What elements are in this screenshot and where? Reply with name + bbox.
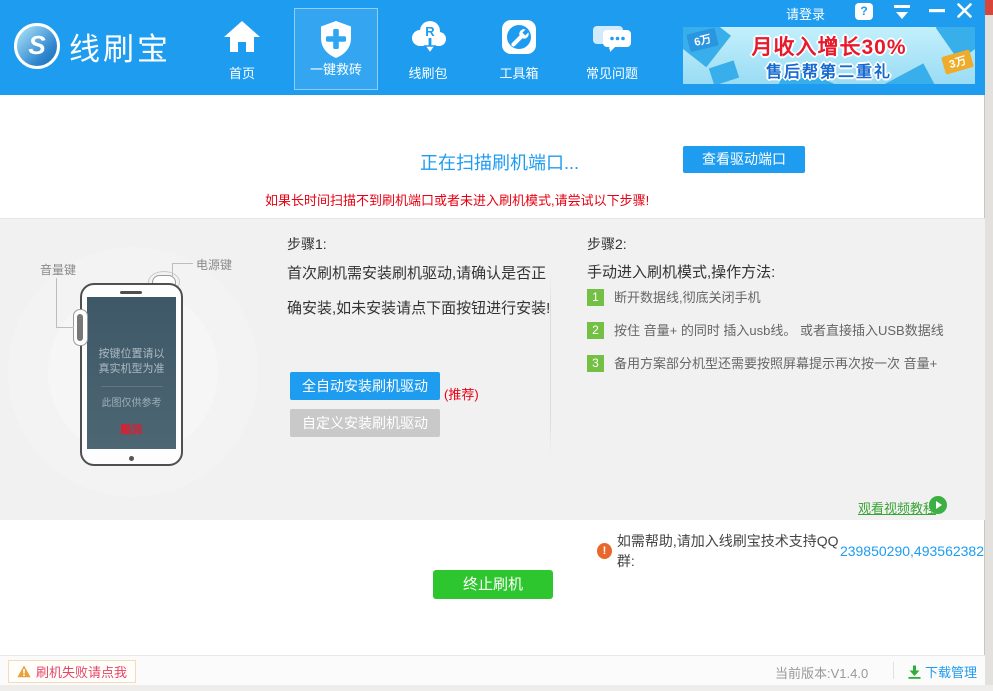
step-text: 按住 音量+ 的同时 插入usb线。 或者直接插入USB数据线 — [614, 322, 944, 339]
screen-brand: 酷派 — [87, 421, 176, 437]
step-text: 备用方案部分机型还需要按照屏幕提示再次按一次 音量+ — [614, 355, 937, 372]
app-logo: S 线刷宝 — [14, 23, 171, 69]
volume-connector-line — [56, 278, 57, 328]
flash-failed-label: 刷机失败请点我 — [36, 662, 127, 681]
screen-note: 此图仅供参考 — [87, 394, 176, 409]
volume-button-inner — [77, 314, 83, 341]
toolbox-icon — [498, 16, 540, 58]
custom-install-driver-button[interactable]: 自定义安装刷机驱动 — [290, 409, 440, 437]
phone-screen: 按键位置请以 真实机型为准 此图仅供参考 酷派 — [87, 297, 176, 449]
screen-divider — [101, 386, 163, 387]
faq-icon — [591, 16, 633, 58]
nav-home[interactable]: 首页 — [200, 0, 284, 95]
view-driver-ports-button[interactable]: 查看驱动端口 — [683, 146, 805, 173]
scan-status-text: 正在扫描刷机端口... — [420, 149, 579, 175]
power-key-label: 电源键 — [196, 256, 232, 273]
phone-home-button — [129, 456, 134, 461]
stop-flashing-button[interactable]: 终止刷机 — [433, 570, 553, 599]
shield-plus-icon — [315, 18, 357, 60]
help-icon[interactable]: ? — [855, 3, 873, 20]
volume-key-label: 音量键 — [40, 261, 76, 278]
step-number-badge: 3 — [587, 355, 604, 372]
exclamation-icon: ! — [597, 543, 612, 559]
download-manager-label: 下载管理 — [925, 662, 977, 681]
footer-divider — [893, 662, 894, 679]
version-label: 当前版本:V1.4.0 — [775, 663, 868, 682]
background-window-strip — [985, 0, 993, 691]
volume-connector-line — [56, 327, 74, 328]
download-manager-link[interactable]: 下载管理 — [908, 662, 977, 681]
scan-warning-text: 如果长时间扫描不到刷机端口或者未进入刷机模式,请尝试以下步骤! — [265, 190, 649, 209]
svg-text:R: R — [425, 24, 435, 39]
nav-one-key-rescue[interactable]: 一键救砖 — [294, 8, 378, 90]
login-link[interactable]: 请登录 — [786, 4, 825, 23]
auto-install-driver-button[interactable]: 全自动安装刷机驱动 — [290, 372, 440, 400]
background-window-close-sliver — [985, 0, 993, 15]
step-text: 断开数据线,彻底关闭手机 — [614, 289, 761, 306]
footer-bar: 刷机失败请点我 当前版本:V1.4.0 下载管理 — [0, 655, 985, 685]
skin-menu-icon[interactable] — [893, 4, 911, 21]
step2-title: 步骤2: — [587, 234, 627, 254]
banner-headline: 月收入增长30% — [683, 31, 975, 61]
column-divider — [550, 275, 551, 455]
cloud-download-icon: R — [407, 16, 449, 58]
power-connector-line — [172, 263, 173, 276]
step1-desc-line1: 首次刷机需安装刷机驱动,请确认是否正 — [287, 262, 546, 283]
watch-video-tutorial-link[interactable]: 观看视频教程 — [858, 498, 936, 517]
home-icon — [221, 16, 263, 58]
play-video-icon[interactable] — [929, 496, 947, 514]
step1-title: 步骤1: — [287, 234, 327, 254]
warning-triangle-icon — [17, 665, 31, 678]
step2-item-1: 1 断开数据线,彻底关闭手机 — [587, 289, 967, 306]
step-number-badge: 1 — [587, 289, 604, 306]
nav-faq[interactable]: 常见问题 — [570, 0, 654, 95]
app-title: 线刷宝 — [69, 24, 171, 69]
step-number-badge: 2 — [587, 322, 604, 339]
help-line: ! 如需帮助,请加入线刷宝技术支持QQ群: 239850290,49356238… — [597, 531, 984, 571]
banner-subline: 售后帮第二重礼 — [683, 58, 975, 82]
background-window-bottom-strip — [0, 685, 993, 691]
promo-banner[interactable]: 6万 月收入增长30% 售后帮第二重礼 3万 — [683, 27, 975, 84]
logo-icon: S — [14, 23, 60, 69]
step2-item-2: 2 按住 音量+ 的同时 插入usb线。 或者直接插入USB数据线 — [587, 322, 967, 339]
phone-speaker — [120, 291, 142, 294]
help-text: 如需帮助,请加入线刷宝技术支持QQ群: — [617, 531, 840, 571]
step1-desc-line2: 确安装,如未安装请点下面按钮进行安装! — [287, 297, 550, 318]
step2-item-3: 3 备用方案部分机型还需要按照屏幕提示再次按一次 音量+ — [587, 355, 967, 372]
minimize-icon[interactable] — [929, 9, 945, 13]
logo-monogram: S — [28, 30, 45, 61]
header: S 线刷宝 首页 一键救砖 — [0, 0, 985, 95]
screen-text-line1: 按键位置请以 — [87, 347, 176, 362]
main-window: S 线刷宝 首页 一键救砖 — [0, 0, 985, 685]
qq-group-numbers[interactable]: 239850290,493562382 — [840, 543, 984, 559]
recommend-tag: (推荐) — [444, 384, 479, 403]
screen-text-line2: 真实机型为准 — [87, 362, 176, 377]
close-icon[interactable] — [957, 3, 972, 18]
nav-toolbox[interactable]: 工具箱 — [477, 0, 561, 95]
download-icon — [908, 665, 921, 679]
flash-failed-link[interactable]: 刷机失败请点我 — [8, 660, 136, 683]
power-connector-line — [172, 263, 193, 264]
nav-rom-packages[interactable]: R 线刷包 — [386, 0, 470, 95]
app-window: S 线刷宝 首页 一键救砖 — [0, 0, 993, 691]
step2-subtitle: 手动进入刷机模式,操作方法: — [587, 261, 775, 282]
